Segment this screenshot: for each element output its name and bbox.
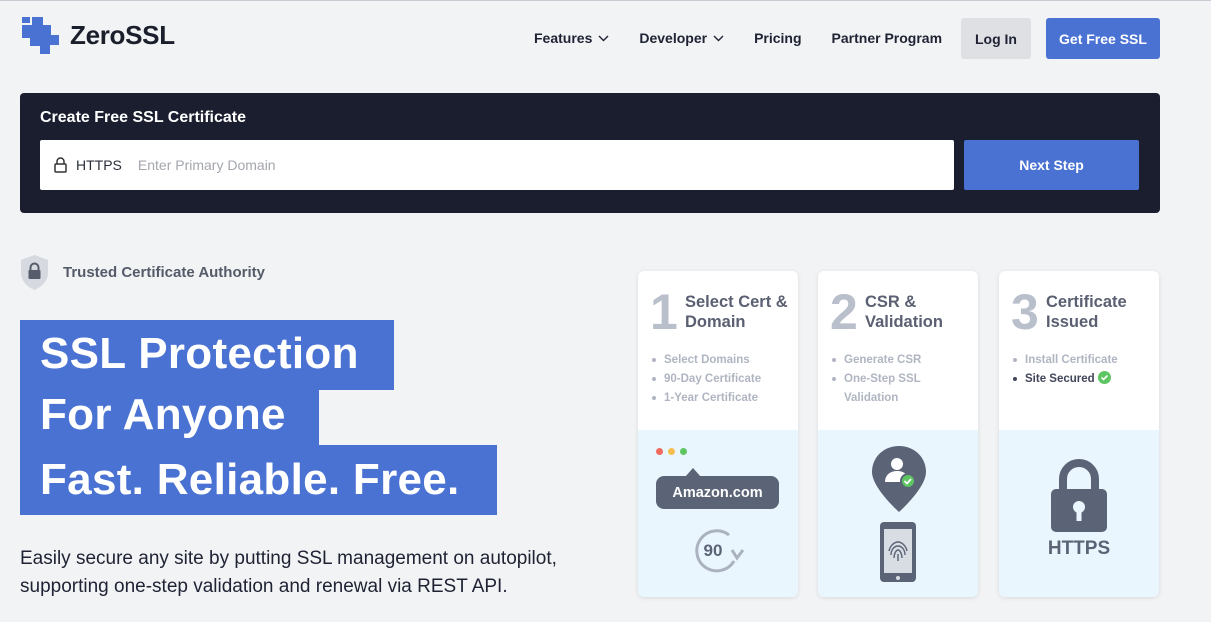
list-item: One-Step SSL Validation bbox=[832, 370, 942, 408]
trusted-badge: Trusted Certificate Authority bbox=[20, 254, 265, 291]
window-dots-icon bbox=[656, 448, 692, 455]
nav-developer[interactable]: Developer bbox=[639, 30, 724, 46]
step-illustration: HTTPS bbox=[999, 430, 1159, 597]
step-card-2: 2 CSR & Validation Generate CSR One-Step… bbox=[818, 271, 978, 597]
step-list: Select Domains 90-Day Certificate 1-Year… bbox=[652, 351, 761, 408]
step-title: CSR & Validation bbox=[865, 293, 943, 331]
list-item: Select Domains bbox=[652, 351, 761, 370]
nav-partner-program[interactable]: Partner Program bbox=[832, 30, 942, 46]
step-illustration: Amazon.com 90 bbox=[638, 430, 798, 597]
protocol-label: HTTPS bbox=[76, 157, 122, 173]
hero-headline-2: For Anyone bbox=[20, 382, 319, 446]
trusted-badge-text: Trusted Certificate Authority bbox=[63, 264, 265, 281]
brand-name: ZeroSSL bbox=[70, 20, 175, 50]
list-item: Install Certificate bbox=[1013, 351, 1118, 370]
hero-headline-3: Fast. Reliable. Free. bbox=[20, 445, 497, 515]
create-certificate-panel: Create Free SSL Certificate HTTPS Next S… bbox=[20, 93, 1160, 213]
step-illustration bbox=[818, 430, 978, 597]
fingerprint-phone-icon bbox=[880, 522, 916, 582]
nav-developer-label: Developer bbox=[639, 30, 708, 46]
get-free-ssl-button[interactable]: Get Free SSL bbox=[1046, 18, 1160, 59]
renewal-cycle-icon: 90 bbox=[695, 529, 745, 573]
list-item: 1-Year Certificate bbox=[652, 389, 761, 408]
list-item: Generate CSR bbox=[832, 351, 942, 370]
nav-features[interactable]: Features bbox=[534, 30, 609, 46]
check-circle-icon bbox=[1097, 371, 1111, 384]
step-list: Install Certificate Site Secured bbox=[1013, 351, 1118, 389]
lock-icon bbox=[54, 157, 67, 173]
nav-partner-label: Partner Program bbox=[831, 30, 943, 46]
list-item: 90-Day Certificate bbox=[652, 370, 761, 389]
step-card-1: 1 Select Cert & Domain Select Domains 90… bbox=[638, 271, 798, 597]
step-card-3: 3 Certificate Issued Install Certificate… bbox=[999, 271, 1159, 597]
step-list: Generate CSR One-Step SSL Validation bbox=[832, 351, 942, 408]
padlock-icon bbox=[1051, 459, 1107, 532]
step-number: 2 bbox=[830, 284, 858, 340]
domain-input-group: HTTPS bbox=[40, 140, 954, 190]
list-item-label: Site Secured bbox=[1025, 373, 1095, 385]
https-label: HTTPS bbox=[1047, 538, 1111, 559]
list-item-done: Site Secured bbox=[1013, 370, 1118, 389]
nav-pricing[interactable]: Pricing bbox=[754, 30, 801, 46]
domain-input[interactable] bbox=[137, 157, 954, 173]
domain-pill: Amazon.com bbox=[656, 468, 779, 509]
step-number: 1 bbox=[650, 284, 678, 340]
step-title: Select Cert & Domain bbox=[685, 293, 788, 331]
nav-features-label: Features bbox=[534, 30, 593, 46]
chevron-down-icon bbox=[713, 35, 724, 41]
login-button[interactable]: Log In bbox=[961, 18, 1031, 59]
hero-headline-1: SSL Protection bbox=[20, 320, 394, 390]
user-pin-icon bbox=[872, 446, 926, 512]
zerossl-logo-icon bbox=[22, 17, 59, 54]
chevron-down-icon bbox=[598, 35, 609, 41]
shield-lock-icon bbox=[21, 255, 48, 290]
step-title: Certificate Issued bbox=[1046, 293, 1127, 331]
next-step-button[interactable]: Next Step bbox=[964, 140, 1139, 190]
nav-pricing-label: Pricing bbox=[754, 30, 802, 46]
create-title: Create Free SSL Certificate bbox=[40, 109, 247, 126]
logo[interactable]: ZeroSSL bbox=[22, 17, 175, 54]
renewal-days-text: 90 bbox=[704, 541, 723, 560]
step-number: 3 bbox=[1011, 284, 1039, 340]
main-nav: Features Developer Pricing Partner Progr… bbox=[534, 18, 972, 58]
hero-description: Easily secure any site by putting SSL ma… bbox=[20, 548, 557, 597]
